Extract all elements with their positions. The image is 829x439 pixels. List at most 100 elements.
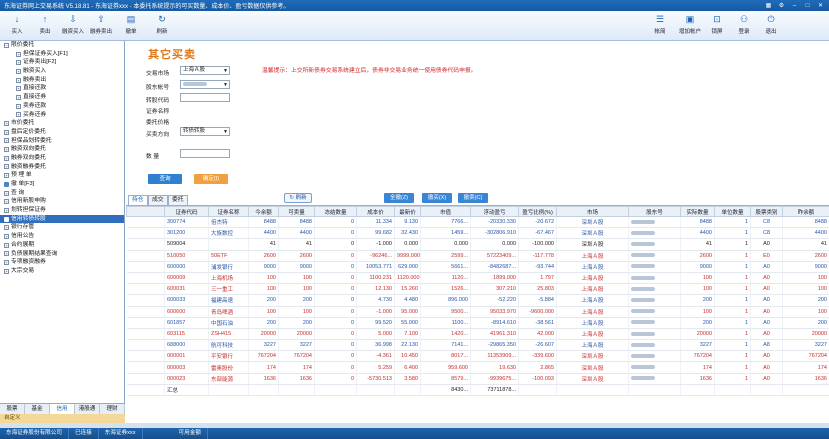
sidebar-item[interactable]: + 市价委托: [0, 119, 124, 128]
sidebar-item[interactable]: + 证券卖出[F2]: [0, 58, 124, 67]
table-row[interactable]: 000001 平安银行 767204 767204 0 -4.361 10.450 8017.…: [126, 350, 829, 363]
tab-position[interactable]: 持仓: [128, 195, 148, 205]
column-header[interactable]: 盈亏比例(%): [518, 206, 557, 217]
table-row[interactable]: 000023 东部能源 1636 1636 0 -5730.513 3.580 8579...…: [126, 373, 829, 385]
column-header[interactable]: 可卖量: [278, 206, 315, 217]
query-button[interactable]: 查询: [148, 174, 182, 184]
sidebar-item[interactable]: + 担保证券买入[F1]: [0, 50, 124, 59]
column-header[interactable]: 昨余额: [782, 206, 829, 217]
quantity-input[interactable]: [180, 149, 230, 158]
table-row[interactable]: 600000 浦发银行 9000 9000 0 10053.771 629.000 5661.…: [126, 261, 829, 273]
sidebar-item[interactable]: + 专项融资融券: [0, 258, 124, 267]
sidebar-item[interactable]: + 划转担保证券: [0, 206, 124, 215]
sidebar-item[interactable]: + 负债展期结果查询: [0, 250, 124, 259]
table-row[interactable]: 600031 三一重工 100 100 0 12.130 15.260 1526... 307.…: [126, 283, 829, 296]
toolbar-button-add-account[interactable]: ▣ 增加帐户: [676, 13, 704, 35]
table-row[interactable]: 688000 航可科技 3227 3227 0 36.998 22.130 7141... -2…: [126, 339, 829, 352]
toolbar-button-refresh[interactable]: ↻ 刷新: [151, 13, 173, 35]
sidebar-item[interactable]: + 买券还券: [0, 111, 124, 120]
sidebar-item[interactable]: − 限价委托: [0, 41, 124, 50]
sidebar-item[interactable]: + 直接还款: [0, 84, 124, 93]
minimize-button[interactable]: –: [789, 2, 800, 10]
row-checkbox[interactable]: [126, 339, 165, 352]
market-select[interactable]: 上海Ａ股 ▼: [180, 66, 230, 75]
row-checkbox[interactable]: [126, 283, 165, 296]
cancel-all-button[interactable]: 全撤(Z): [384, 193, 414, 203]
table-row[interactable]: 300774 倍杰特 8488 8488 0 11.334 9.130 7766... -203…: [126, 216, 829, 229]
column-header[interactable]: 市场: [556, 206, 629, 217]
account-select[interactable]: ▼: [180, 80, 230, 89]
table-row[interactable]: 603115 ZSH415 20000 20000 0 5.000 7.100 1420...…: [126, 328, 829, 341]
sidebar-item[interactable]: + 信用公告: [0, 232, 124, 241]
toolbar-button-buy[interactable]: ↓ 买入: [6, 13, 28, 35]
column-header[interactable]: 成本价: [356, 206, 395, 217]
toolbar-button-sell[interactable]: ↑ 卖出: [34, 13, 56, 35]
column-header[interactable]: 最新价: [394, 206, 421, 217]
sidebar-item[interactable]: + 直接还券: [0, 93, 124, 102]
row-checkbox[interactable]: [126, 227, 165, 240]
maximize-button[interactable]: □: [802, 2, 813, 10]
toolbar-button-lock[interactable]: ⊡ 锁屏: [706, 13, 728, 35]
skin-icon[interactable]: ▦: [763, 2, 774, 10]
row-checkbox[interactable]: [126, 350, 165, 363]
column-header[interactable]: 证券名称: [208, 206, 249, 217]
sidebar-item[interactable]: + 融资融券委托: [0, 163, 124, 172]
row-checkbox[interactable]: [126, 373, 165, 385]
toolbar-button-login[interactable]: ⚇ 登录: [733, 13, 755, 35]
sidebar-item[interactable]: + 担保品划转委托: [0, 137, 124, 146]
column-header[interactable]: 股东号: [628, 206, 681, 217]
column-header[interactable]: 单位数量: [714, 206, 751, 217]
sidebar-tab[interactable]: 基金: [25, 404, 50, 414]
sidebar-item[interactable]: + 查 询: [0, 189, 124, 198]
column-header[interactable]: 浮动盈亏: [470, 206, 519, 217]
sidebar-item[interactable]: + 融资买入: [0, 67, 124, 76]
table-row[interactable]: 600009 上海机场 100 100 0 1100.231 1120.000 1120...…: [126, 272, 829, 285]
row-checkbox[interactable]: [126, 261, 165, 273]
sidebar-item[interactable]: + 银行存管: [0, 223, 124, 232]
sidebar-item[interactable]: + 预 埋 单: [0, 171, 124, 180]
sidebar-item[interactable]: + 盘后定价委托: [0, 128, 124, 137]
column-header[interactable]: 市值: [420, 206, 471, 217]
toolbar-button-short-sell[interactable]: ⇧ 融券卖出: [90, 13, 112, 35]
sidebar-item[interactable]: + 信用新股申购: [0, 197, 124, 206]
table-row[interactable]: 301200 大族数控 4400 4400 0 99.682 32.430 1459... -3…: [126, 227, 829, 240]
sidebar-item[interactable]: + 融资双向委托: [0, 145, 124, 154]
column-header[interactable]: 今余额: [248, 206, 279, 217]
column-header[interactable]: 证券代码: [164, 206, 209, 217]
sidebar-tab[interactable]: 港股通: [75, 404, 100, 414]
sidebar-item[interactable]: 信用转债转股: [0, 214, 124, 224]
row-checkbox[interactable]: [126, 361, 165, 374]
sidebar-item[interactable]: + 大宗交易: [0, 267, 124, 276]
toolbar-button-cancel-order[interactable]: ▤ 撤单: [120, 13, 142, 35]
table-row[interactable]: 000003 雷奥股份 174 174 0 5.259 6.400 959.600 19.630…: [126, 361, 829, 374]
row-checkbox[interactable]: [126, 294, 165, 307]
sidebar-item[interactable]: + 融券卖出: [0, 76, 124, 85]
cancel-sell-button[interactable]: 撤卖(C): [458, 193, 488, 203]
table-row[interactable]: 510050 50ETF 2600 2600 0 -96246... 9999.000 259…: [126, 250, 829, 262]
refresh-button[interactable]: ↻ 刷新: [284, 193, 312, 203]
row-checkbox[interactable]: [126, 238, 165, 251]
sidebar-item[interactable]: 撤 单[F3]: [0, 180, 124, 189]
row-checkbox[interactable]: [126, 250, 165, 262]
column-header[interactable]: 冻结数量: [314, 206, 357, 217]
header-checkbox[interactable]: [126, 206, 165, 217]
custom-panel-label[interactable]: 自定义: [0, 414, 125, 423]
sidebar-item[interactable]: + 融券双向委托: [0, 154, 124, 163]
sidebar-item[interactable]: + 卖券还款: [0, 102, 124, 111]
settings-icon[interactable]: ⚙: [776, 2, 787, 10]
direction-select[interactable]: 转债转股 ▼: [180, 127, 230, 136]
confirm-button[interactable]: 确定(I): [194, 174, 228, 184]
tab-trades[interactable]: 成交: [148, 195, 168, 205]
table-row[interactable]: 601857 中国石油 200 200 0 99.520 55.000 1100... -891…: [126, 317, 829, 329]
sidebar-tab[interactable]: 信用: [50, 404, 75, 414]
close-button[interactable]: ✕: [815, 2, 826, 10]
sidebar-tab[interactable]: 理财: [100, 404, 125, 414]
toolbar-button-exit[interactable]: ⏻ 退出: [760, 13, 782, 35]
table-row[interactable]: 509004 41 41 0 -1.000 0.000 0.000 0.000 -100.000…: [126, 238, 829, 251]
toolbar-button-margin-buy[interactable]: ⇩ 融资买入: [62, 13, 84, 35]
tab-orders[interactable]: 委托: [168, 195, 188, 205]
table-row[interactable]: 600033 福建高速 200 200 0 4.730 4.480 896.000 -52.22…: [126, 294, 829, 307]
row-checkbox[interactable]: [126, 317, 165, 329]
toolbar-button-account-brief[interactable]: ☰ 帐简: [649, 13, 671, 35]
row-checkbox[interactable]: [126, 306, 165, 318]
